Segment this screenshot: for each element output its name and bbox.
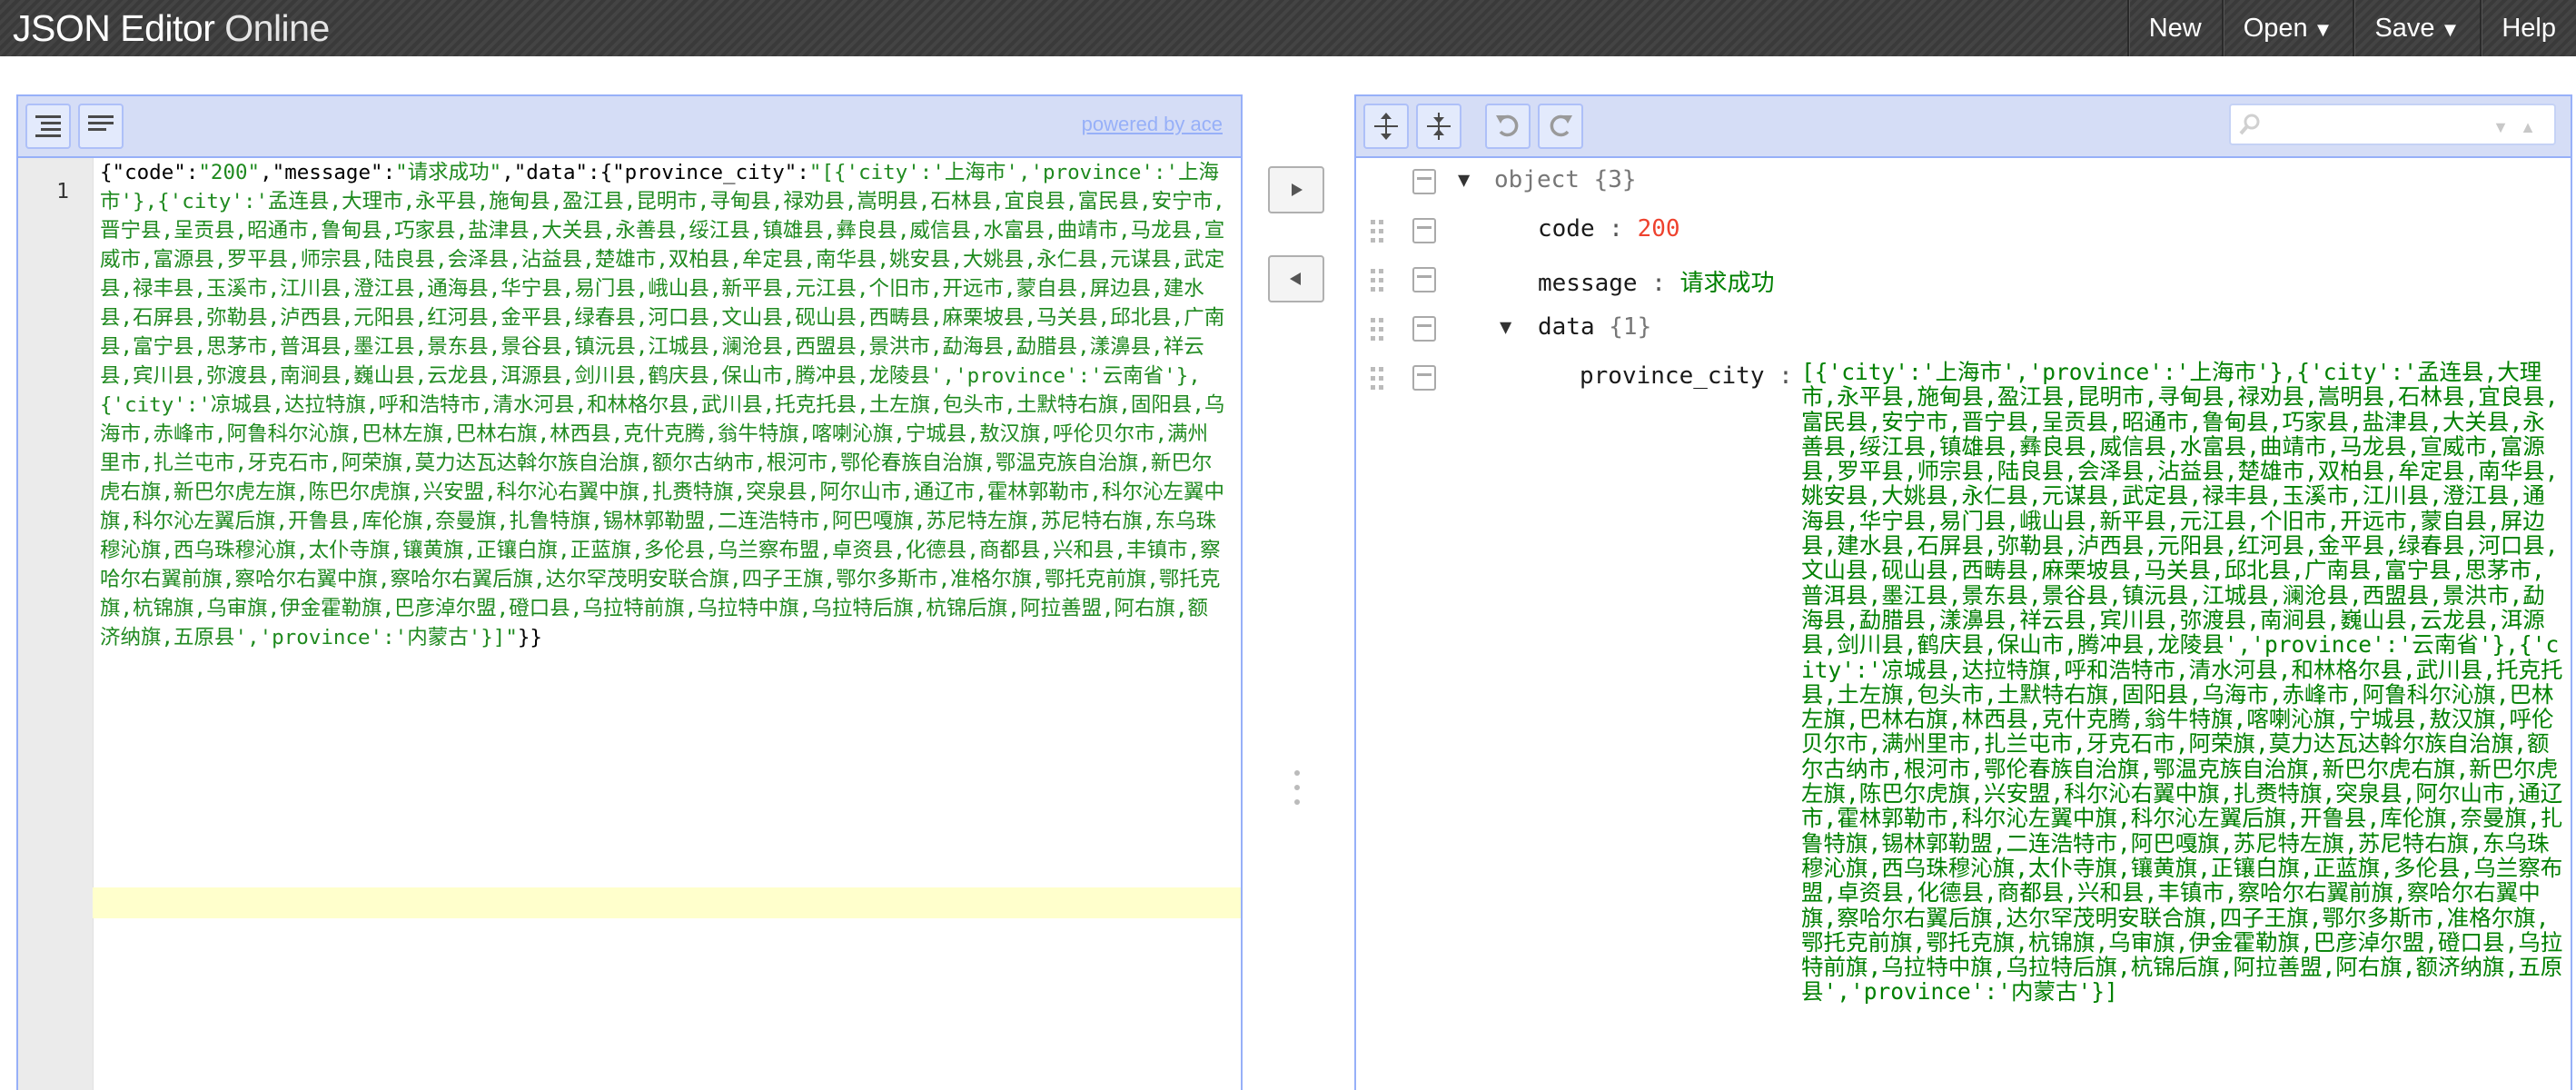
redo-button[interactable]: [1538, 104, 1583, 149]
code-token: :: [797, 161, 809, 184]
field-value-string[interactable]: 请求成功: [1680, 270, 1775, 297]
collapse-all-button[interactable]: [1416, 104, 1461, 149]
help-button-label: Help: [2502, 14, 2556, 43]
context-menu-icon[interactable]: [1412, 218, 1436, 243]
field-key[interactable]: province_city: [1580, 362, 1765, 390]
root-node-label: object {3}: [1494, 166, 1637, 193]
field-count: {1}: [1609, 313, 1652, 341]
root-type: object: [1494, 166, 1580, 193]
field-value-string[interactable]: [{'city':'上海市','province':'上海市'},{'city'…: [1801, 360, 2564, 1005]
tree-editor-panel: ▼ ▲ ▼ object {3} code : 200 message : 请求…: [1354, 94, 2572, 1090]
field-separator: :: [1609, 215, 1623, 243]
drag-handle-icon[interactable]: [1371, 367, 1387, 391]
expand-all-button[interactable]: [1363, 104, 1409, 149]
redo-icon: [1550, 114, 1572, 137]
root-count: {3}: [1593, 166, 1637, 193]
code-token: }}: [517, 626, 542, 649]
tree-row-code: code : 200: [1356, 207, 2571, 256]
code-token: ,: [501, 161, 514, 184]
new-button[interactable]: New: [2126, 0, 2222, 56]
chevron-down-icon: ▼: [2313, 18, 2333, 41]
format-button[interactable]: [25, 104, 71, 149]
context-menu-icon[interactable]: [1412, 316, 1436, 342]
expand-all-icon: [1374, 113, 1398, 140]
field-data[interactable]: data {1}: [1538, 313, 1651, 341]
drag-handle-icon[interactable]: [1371, 220, 1387, 243]
code-key: "province_city": [612, 161, 798, 184]
code-string: "200": [198, 161, 261, 184]
drag-handle-icon[interactable]: [1371, 269, 1387, 292]
compact-button[interactable]: [78, 104, 124, 149]
help-button[interactable]: Help: [2480, 0, 2576, 56]
main-menu: New Open ▼ Save ▼ Help: [2126, 0, 2576, 56]
open-button-label: Open: [2243, 14, 2308, 43]
field-key[interactable]: code: [1538, 215, 1595, 243]
app-logo: JSON Editor Online: [13, 4, 330, 53]
caret-down-icon[interactable]: ▼: [1500, 316, 1511, 339]
code-key: "code": [112, 161, 186, 184]
code-token: :{: [588, 161, 613, 184]
arrow-left-icon: [1290, 272, 1301, 285]
open-button[interactable]: Open ▼: [2221, 0, 2353, 56]
code-token: {: [100, 161, 113, 184]
caret-down-icon[interactable]: ▼: [1458, 169, 1470, 192]
top-menu-bar: JSON Editor Online New Open ▼ Save ▼ Help: [0, 0, 2576, 56]
undo-button[interactable]: [1485, 104, 1531, 149]
search-previous-icon[interactable]: ▲: [2520, 118, 2536, 137]
splitter-handle[interactable]: [1294, 770, 1300, 821]
field-separator: :: [1651, 270, 1666, 297]
search-next-icon[interactable]: ▼: [2492, 118, 2509, 137]
context-menu-icon[interactable]: [1412, 365, 1436, 391]
search-icon: [2239, 114, 2260, 135]
code-token: ,: [260, 161, 272, 184]
undo-icon: [1496, 114, 1519, 137]
field-separator: :: [1778, 362, 1793, 390]
powered-by-ace-link[interactable]: powered by ace: [1082, 113, 1223, 136]
line-number-gutter: 1: [18, 158, 94, 1090]
tree-row-data: ▼ data {1}: [1356, 305, 2571, 354]
search-box[interactable]: ▼ ▲: [2229, 104, 2556, 145]
copy-to-tree-button[interactable]: [1268, 166, 1324, 213]
compact-icon: [88, 115, 114, 131]
new-button-label: New: [2148, 14, 2202, 43]
code-toolbar: powered by ace: [18, 96, 1241, 158]
logo-text-bold: JSON Editor: [13, 7, 215, 49]
json-tree: ▼ object {3} code : 200 message : 请求成功 ▼…: [1356, 158, 2571, 1090]
code-token: :: [382, 161, 396, 184]
code-editor-panel: powered by ace 1 {"code":"200","message"…: [16, 94, 1243, 1090]
tree-row-message: message : 请求成功: [1356, 256, 2571, 305]
collapse-all-icon: [1427, 113, 1451, 140]
field-province-city-key[interactable]: province_city :: [1580, 362, 1793, 390]
logo-text-light: Online: [224, 7, 330, 49]
context-menu-icon[interactable]: [1412, 267, 1436, 292]
arrow-right-icon: [1292, 183, 1303, 196]
tree-toolbar: ▼ ▲: [1356, 96, 2571, 158]
tree-row-root: ▼ object {3}: [1356, 158, 2571, 207]
field-message[interactable]: message : 请求成功: [1538, 264, 1775, 298]
code-token: :: [185, 161, 199, 184]
field-value-number[interactable]: 200: [1638, 215, 1680, 243]
save-button[interactable]: Save ▼: [2353, 0, 2480, 56]
json-code-text[interactable]: {"code":"200","message":"请求成功","data":{"…: [100, 158, 1226, 652]
code-key: "data": [513, 161, 589, 184]
copy-to-code-button[interactable]: [1268, 255, 1324, 302]
field-code[interactable]: code : 200: [1538, 215, 1680, 243]
line-number: 1: [56, 180, 69, 203]
field-key[interactable]: data: [1538, 313, 1595, 341]
drag-handle-icon[interactable]: [1371, 318, 1387, 342]
context-menu-icon[interactable]: [1412, 169, 1436, 194]
chevron-down-icon: ▼: [2440, 18, 2461, 41]
code-key: "message": [272, 161, 383, 184]
active-line-highlight: [93, 887, 1241, 918]
code-string: "[{'city':'上海市','province':'上海市'},{'city…: [100, 161, 1225, 649]
tree-row-province-city: province_city : [{'city':'上海市','province…: [1356, 354, 2571, 1081]
format-icon: [35, 115, 61, 137]
field-key[interactable]: message: [1538, 270, 1638, 297]
save-button-label: Save: [2374, 14, 2435, 43]
code-string: "请求成功": [395, 161, 502, 184]
